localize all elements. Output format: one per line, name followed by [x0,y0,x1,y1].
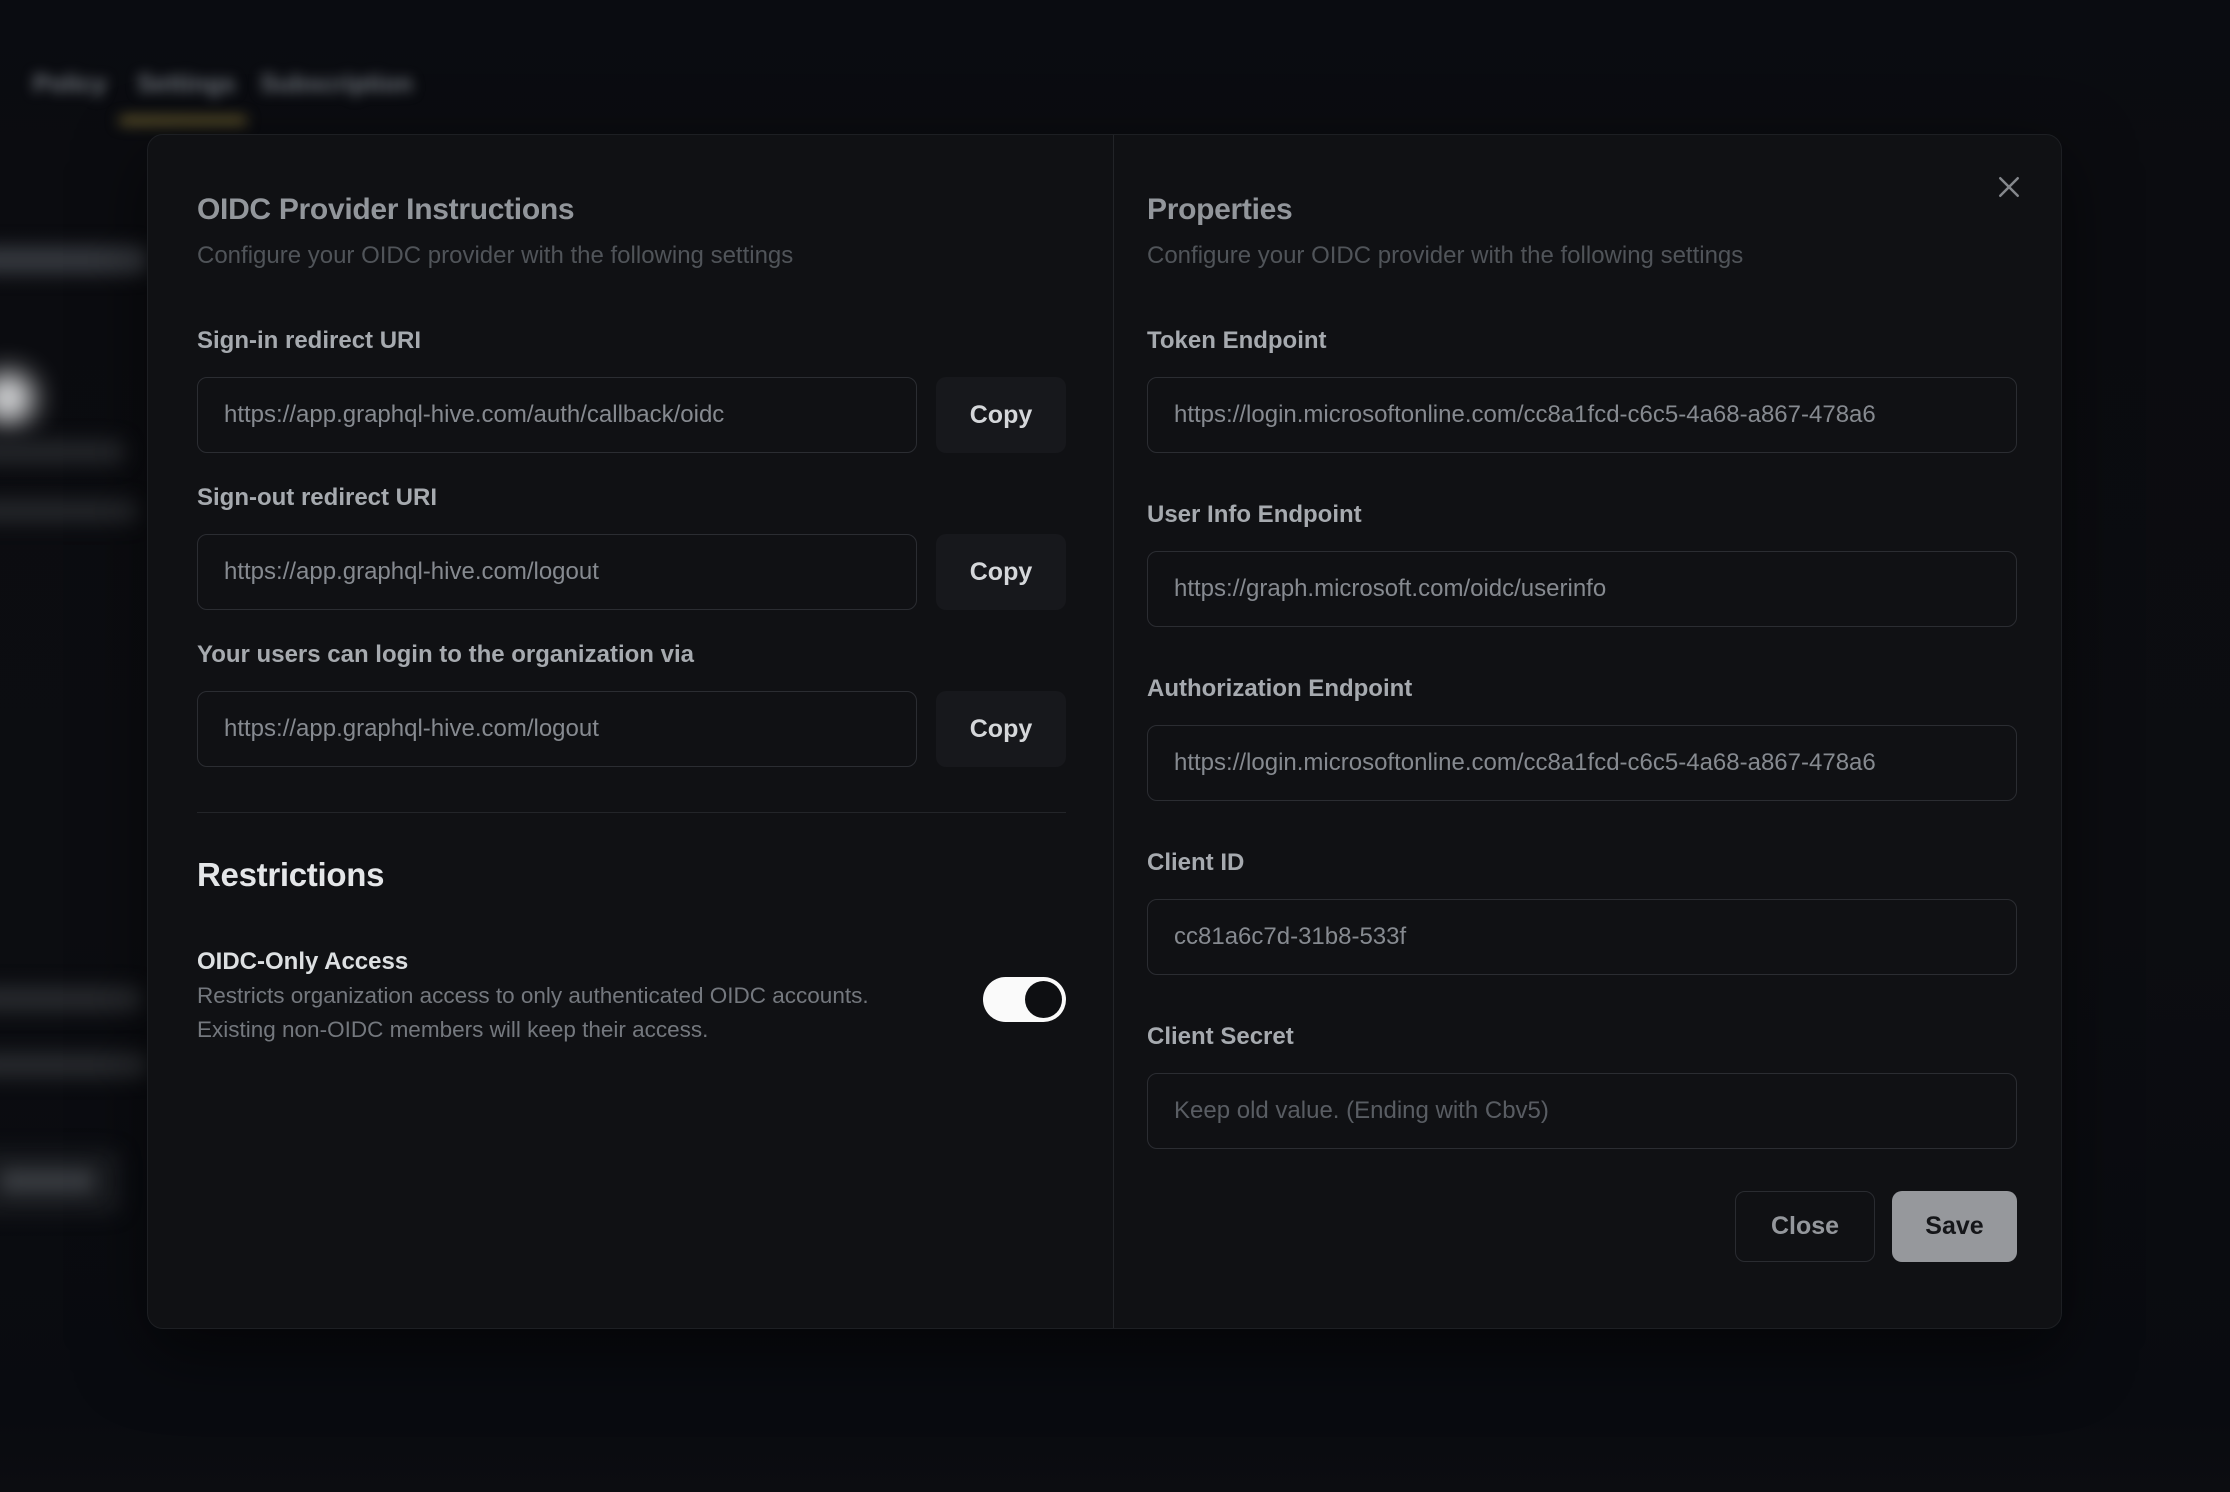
oidc-only-access-description-line1: Restricts organization access to only au… [197,979,869,1013]
properties-subtitle: Configure your OIDC provider with the fo… [1147,239,2017,272]
blurred-background-icon [0,372,34,424]
org-login-uri-input[interactable] [197,691,917,767]
sign-in-redirect-uri-row: Copy [197,377,1066,453]
tab-subscription[interactable]: Subscription [260,70,413,99]
authorization-endpoint-label: Authorization Endpoint [1147,672,2017,705]
sign-out-redirect-uri-input[interactable] [197,534,917,610]
token-endpoint-input[interactable] [1147,377,2017,453]
save-button[interactable]: Save [1892,1191,2017,1262]
restrictions-heading: Restrictions [197,852,1066,897]
blurred-background-text [0,1052,148,1078]
copy-sign-out-uri-button[interactable]: Copy [936,534,1066,610]
sign-in-redirect-uri-label: Sign-in redirect URI [197,324,1066,357]
authorization-endpoint-input[interactable] [1147,725,2017,801]
client-id-input[interactable] [1147,899,2017,975]
toggle-thumb [1025,981,1062,1018]
sign-out-redirect-uri-row: Copy [197,534,1066,610]
active-tab-indicator [119,117,247,124]
org-login-uri-label: Your users can login to the organization… [197,638,1066,671]
token-endpoint-label: Token Endpoint [1147,324,2017,357]
section-divider [197,812,1066,813]
tab-policy[interactable]: Policy [33,70,107,99]
user-info-endpoint-label: User Info Endpoint [1147,498,2017,531]
sign-in-redirect-uri-input[interactable] [197,377,917,453]
oidc-only-access-row: OIDC-Only Access Restricts organization … [197,945,1066,1047]
user-info-endpoint-input[interactable] [1147,551,2017,627]
oidc-only-access-text: OIDC-Only Access Restricts organization … [197,945,869,1047]
instructions-title: OIDC Provider Instructions [197,190,1066,230]
blurred-background-text [0,986,142,1012]
org-login-uri-row: Copy [197,691,1066,767]
blurred-background-text [0,499,138,523]
dialog-actions: Close Save [1147,1191,2017,1262]
blurred-background-text [0,246,148,274]
copy-org-login-uri-button[interactable]: Copy [936,691,1066,767]
blurred-background-button-label [0,1170,95,1192]
copy-sign-in-uri-button[interactable]: Copy [936,377,1066,453]
oidc-only-access-label: OIDC-Only Access [197,945,869,979]
client-secret-label: Client Secret [1147,1020,2017,1053]
instructions-subtitle: Configure your OIDC provider with the fo… [197,239,1066,272]
app-screen: Policy Settings Subscription OIDC Provid… [0,0,2230,1492]
oidc-only-access-description-line2: Existing non-OIDC members will keep thei… [197,1013,869,1047]
column-divider [1113,135,1114,1328]
properties-title: Properties [1147,190,2017,230]
properties-panel: Properties Configure your OIDC provider … [1147,135,2017,1328]
sign-out-redirect-uri-label: Sign-out redirect URI [197,481,1066,514]
blurred-background-text [0,440,125,464]
tab-settings[interactable]: Settings [137,70,236,99]
client-id-label: Client ID [1147,846,2017,879]
client-secret-input[interactable] [1147,1073,2017,1149]
instructions-panel: OIDC Provider Instructions Configure you… [197,135,1066,1328]
close-button[interactable]: Close [1735,1191,1875,1262]
oidc-only-access-toggle[interactable] [983,977,1066,1022]
oidc-settings-dialog: OIDC Provider Instructions Configure you… [147,134,2062,1329]
